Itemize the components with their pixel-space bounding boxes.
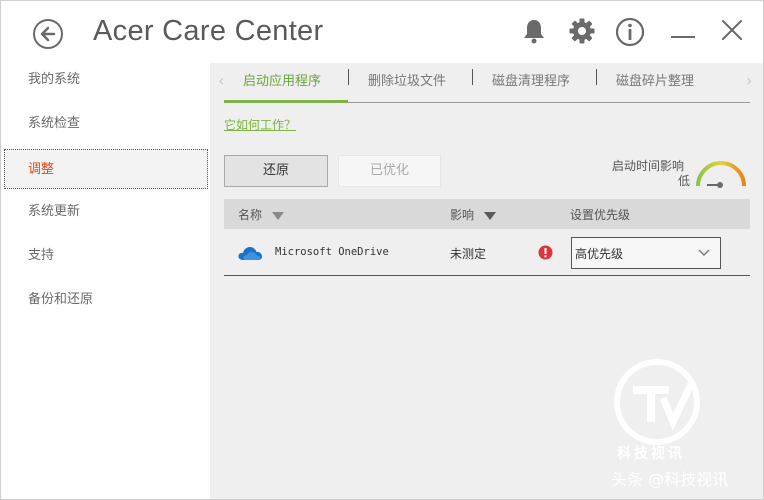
notification-button[interactable] — [521, 17, 549, 45]
tab-remove-junk[interactable]: 删除垃圾文件 — [368, 70, 446, 89]
sidebar-item-system-check[interactable]: 系统检查 — [1, 104, 208, 144]
how-it-works-link[interactable]: 它如何工作？ — [224, 116, 296, 133]
sidebar-item-system-update[interactable]: 系统更新 — [1, 192, 208, 232]
sidebar-item-tune-up[interactable]: 调整 — [4, 149, 208, 189]
watermark-logo-icon — [614, 359, 700, 445]
impact-gauge-icon — [696, 161, 746, 188]
tab-separator — [348, 69, 349, 85]
tab-startup-apps[interactable]: 启动应用程序 — [243, 70, 321, 89]
warning-icon — [538, 245, 553, 260]
tab-separator — [472, 69, 473, 85]
chevron-down-icon — [698, 249, 710, 256]
table-header: 名称 影响 设置优先级 — [224, 199, 750, 229]
priority-selected-value: 高优先级 — [575, 247, 624, 261]
title-bar: Acer Care Center — [1, 1, 763, 63]
bell-icon — [524, 20, 544, 44]
settings-button[interactable] — [568, 17, 596, 45]
sidebar: 我的系统 系统检查 调整 系统更新 支持 备份和还原 — [1, 63, 210, 499]
back-arrow-icon — [40, 26, 56, 42]
app-name: Microsoft OneDrive — [275, 246, 389, 258]
gear-icon — [569, 18, 595, 44]
sidebar-item-support[interactable]: 支持 — [1, 236, 208, 276]
watermark-source: 头条 @科技视讯 — [611, 470, 729, 489]
minimize-button[interactable] — [669, 17, 697, 45]
onedrive-icon — [238, 247, 262, 260]
column-header-priority: 设置优先级 — [570, 208, 631, 222]
sidebar-item-my-system[interactable]: 我的系统 — [1, 60, 208, 100]
info-button[interactable] — [615, 17, 645, 47]
column-header-name[interactable]: 名称 — [238, 206, 284, 223]
back-button[interactable] — [33, 19, 63, 49]
close-button[interactable] — [719, 17, 747, 45]
optimized-button[interactable]: 已优化 — [338, 155, 441, 187]
minimize-icon — [671, 36, 695, 38]
row-divider — [224, 275, 750, 276]
sidebar-item-backup-restore[interactable]: 备份和还原 — [1, 280, 208, 320]
tab-scroll-left-icon[interactable]: ‹ — [218, 71, 224, 90]
app-window: Acer Care Center 我的系统 系统检查 调整 系统更新 支持 备份… — [0, 0, 764, 500]
sort-down-icon — [271, 211, 284, 220]
priority-select[interactable]: 高优先级 — [571, 237, 721, 269]
startup-impact-level: 低 — [678, 174, 691, 188]
info-icon — [615, 17, 645, 47]
tab-scroll-right-icon[interactable]: › — [746, 71, 752, 90]
sort-down-icon — [483, 211, 496, 220]
tab-separator — [596, 69, 597, 85]
column-header-impact[interactable]: 影响 — [450, 206, 496, 223]
tab-bar: ‹ 启动应用程序 删除垃圾文件 磁盘清理程序 磁盘碎片整理 › — [210, 63, 763, 103]
impact-value: 未测定 — [450, 247, 487, 261]
restore-button[interactable]: 还原 — [224, 155, 328, 187]
table-row: Microsoft OneDrive 未测定 高优先级 — [224, 231, 750, 275]
tab-defrag[interactable]: 磁盘碎片整理 — [616, 70, 694, 89]
close-icon — [722, 20, 742, 40]
tab-disk-cleanup[interactable]: 磁盘清理程序 — [492, 70, 570, 89]
startup-impact-label: 启动时间影响 — [612, 159, 685, 173]
tab-active-indicator — [224, 100, 348, 103]
watermark-brand: 科技视讯 — [617, 446, 685, 462]
app-title: Acer Care Center — [93, 15, 324, 47]
